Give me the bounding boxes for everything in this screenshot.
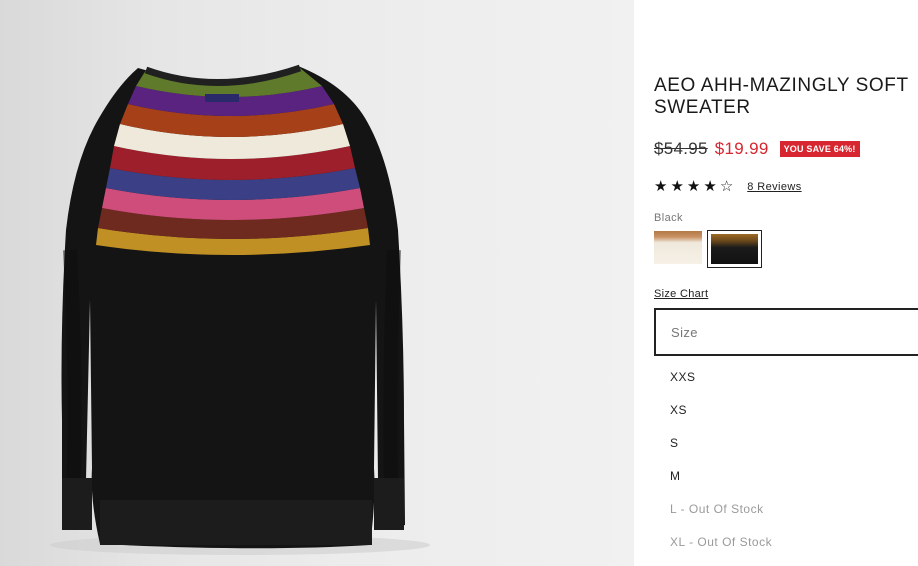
size-option-xl[interactable]: XL - Out Of Stock xyxy=(654,523,918,556)
size-option-xs[interactable]: XS xyxy=(654,391,918,424)
size-dropdown[interactable]: Size xyxy=(654,308,918,356)
size-option-m[interactable]: M xyxy=(654,457,918,490)
star-filled-icon: ★ xyxy=(703,178,717,195)
sale-price: $19.99 xyxy=(714,139,769,158)
size-placeholder: Size xyxy=(671,324,698,340)
cream-swatch[interactable] xyxy=(654,231,702,264)
size-option-l[interactable]: L - Out Of Stock xyxy=(654,490,918,523)
size-option-xxs[interactable]: XXS xyxy=(654,358,918,391)
color-swatches xyxy=(654,230,762,268)
size-options-list: XXS XS S M L - Out Of Stock XL - Out Of … xyxy=(654,358,918,556)
rating-row: ★ ★ ★ ★ ☆ 8 Reviews xyxy=(654,179,802,195)
star-rating: ★ ★ ★ ★ ☆ xyxy=(654,179,733,195)
star-filled-icon: ★ xyxy=(686,178,701,195)
price-row: $54.95 $19.99 YOU SAVE 64%! xyxy=(654,139,860,159)
product-title: AEO AHH-MAZINGLY SOFT SWEATER xyxy=(654,75,909,118)
star-empty-icon: ☆ xyxy=(719,178,734,195)
product-image[interactable] xyxy=(0,0,634,566)
savings-badge: YOU SAVE 64%! xyxy=(779,141,860,157)
star-filled-icon: ★ xyxy=(654,178,668,195)
black-swatch[interactable] xyxy=(707,230,762,268)
size-chart-link[interactable]: Size Chart xyxy=(654,288,708,300)
reviews-link[interactable]: 8 Reviews xyxy=(747,181,801,193)
product-details: AEO AHH-MAZINGLY SOFT SWEATER $54.95 $19… xyxy=(634,0,918,566)
sweater-illustration xyxy=(50,64,430,555)
original-price: $54.95 xyxy=(654,139,708,158)
star-filled-icon: ★ xyxy=(670,178,684,195)
size-option-s[interactable]: S xyxy=(654,424,918,457)
selected-color-label: Black xyxy=(654,212,683,224)
